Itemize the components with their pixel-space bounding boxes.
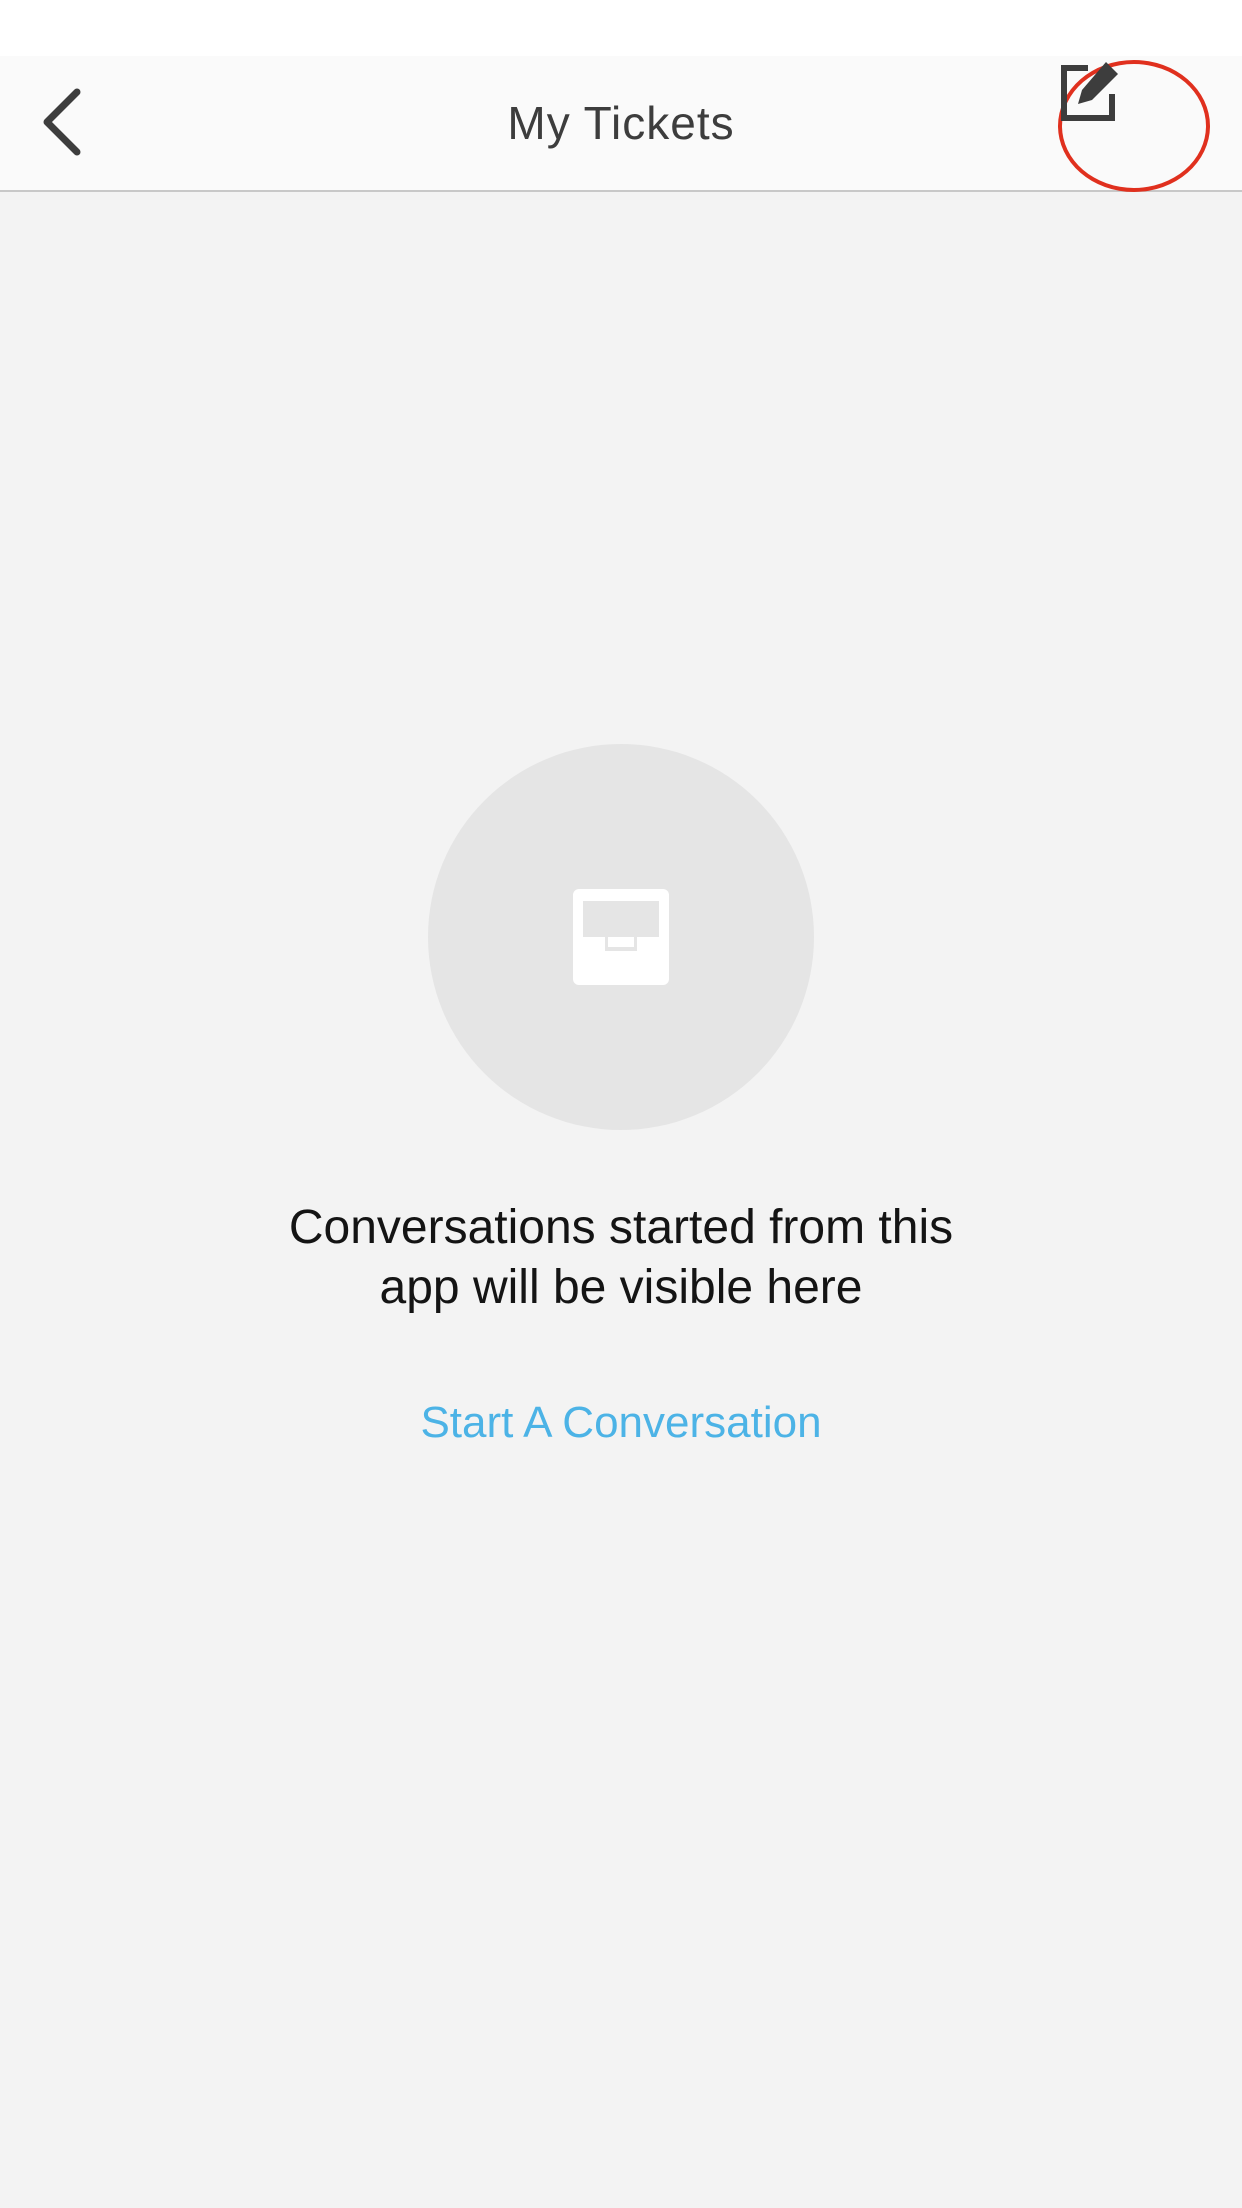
start-conversation-link[interactable]: Start A Conversation — [0, 1398, 1242, 1448]
empty-state-message: Conversations started from this app will… — [0, 1198, 1242, 1318]
navigation-bar: My Tickets — [0, 56, 1242, 192]
empty-state-message-line2: app will be visible here — [379, 1261, 863, 1314]
screen: My Tickets Conversations started from th… — [0, 0, 1242, 2208]
compose-icon — [1061, 62, 1118, 121]
compose-button[interactable] — [1058, 60, 1210, 192]
empty-state-illustration — [428, 744, 814, 1130]
page-title: My Tickets — [507, 97, 735, 149]
status-bar — [0, 0, 1242, 56]
empty-state-message-line1: Conversations started from this — [288, 1201, 954, 1254]
inbox-tray-icon — [573, 889, 669, 985]
